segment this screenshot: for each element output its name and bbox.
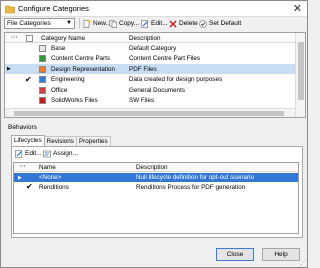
description-header[interactable]: Description: [129, 35, 161, 42]
lifecycle-name: <None>: [39, 174, 62, 181]
categories-grid: ⋯ Category Name Description Base Default …: [4, 32, 306, 118]
row-indicator-icon: ▶: [18, 175, 22, 181]
tab-lifecycles[interactable]: Lifecycles: [11, 135, 45, 146]
category-color-swatch: [39, 86, 46, 94]
category-description: PDF Files: [129, 65, 157, 73]
assign-icon: [43, 150, 51, 157]
copy-icon: [109, 19, 117, 28]
behavior-edit-button[interactable]: Edit...: [13, 148, 44, 159]
lifecycle-name-header[interactable]: Name: [39, 164, 56, 171]
edit-button[interactable]: Edit...: [139, 18, 170, 29]
folder-icon: [5, 5, 15, 14]
categories-horizontal-scrollbar[interactable]: [5, 108, 295, 117]
category-row[interactable]: ✔ Engineering Data created for design purp…: [5, 75, 295, 85]
close-button[interactable]: Close: [216, 248, 254, 261]
help-button[interactable]: Help: [262, 248, 300, 261]
category-description: SW Files: [129, 97, 155, 104]
delete-x-icon: [169, 19, 177, 28]
tab-properties[interactable]: Properties: [75, 136, 111, 146]
category-description: Data created for design purposes: [129, 76, 223, 83]
checkmark-icon[interactable]: ✔: [25, 75, 32, 84]
category-type-select[interactable]: File Categories ▼: [4, 18, 75, 29]
edit-pencil-icon: [141, 19, 148, 28]
lifecycle-row[interactable]: ✔ Renditions Renditions Process for PDF ge…: [14, 182, 298, 192]
category-color-swatch: [39, 76, 46, 83]
category-row[interactable]: Office General Documents: [5, 85, 295, 95]
window-title: Configure Categories: [18, 4, 89, 13]
category-row[interactable]: SolidWorks Files SW Files: [5, 96, 295, 106]
category-row[interactable]: ▶ Design Representation PDF Files: [5, 64, 295, 74]
category-color-swatch: [39, 97, 46, 104]
category-row[interactable]: Base Default Category: [5, 43, 295, 53]
behavior-tabs: Lifecycles Revisions Properties: [11, 135, 111, 146]
configure-categories-dialog: Configure Categories ✕ File Categories ▼…: [0, 0, 308, 268]
title-bar: Configure Categories ✕: [1, 1, 307, 17]
behaviors-label: Behaviors: [8, 124, 37, 131]
set-default-button[interactable]: Set Default: [197, 18, 243, 29]
edit-pencil-icon: [15, 149, 22, 158]
category-name: Content Centre Parts: [51, 55, 111, 62]
behavior-assign-button[interactable]: Assign...: [41, 148, 80, 159]
lifecycle-row[interactable]: ▶ <None> Null lifecycle definition for opt…: [14, 173, 298, 182]
new-document-icon: [83, 19, 91, 28]
chevron-down-icon: ▼: [66, 20, 72, 26]
lifecycle-description: Null lifecycle definition for opt-out sc…: [136, 174, 254, 181]
category-type-value: File Categories: [7, 20, 51, 27]
lifecycles-grid: ⋯ Name Description ▶ <None> Null lifecycle…: [13, 162, 299, 234]
resize-grip-icon[interactable]: ⋰: [300, 259, 306, 266]
category-row[interactable]: Content Centre Parts Content Centre Part …: [5, 54, 295, 64]
category-name-header[interactable]: Category Name: [41, 35, 85, 42]
categories-vertical-scrollbar[interactable]: [295, 33, 305, 117]
category-name: Engineering: [51, 76, 85, 83]
row-indicator-icon: ▶: [7, 66, 11, 72]
toolbar-divider: [79, 18, 80, 29]
category-name: Base: [51, 44, 66, 52]
category-name: SolidWorks Files: [51, 97, 98, 104]
tab-revisions[interactable]: Revisions: [43, 136, 77, 146]
close-window-icon[interactable]: ✕: [293, 2, 302, 15]
category-name: Office: [51, 86, 68, 94]
column-chooser-icon[interactable]: ⋯: [19, 163, 25, 170]
column-chooser-icon[interactable]: ⋯: [11, 34, 17, 41]
category-name: Design Representation: [51, 65, 116, 73]
copy-button[interactable]: Copy...: [107, 18, 141, 29]
lifecycle-description-header[interactable]: Description: [136, 164, 168, 171]
category-description: Default Category: [129, 44, 177, 52]
lifecycles-header-row: ⋯ Name Description: [14, 163, 298, 172]
set-default-icon: [199, 19, 207, 28]
lifecycle-name: Renditions: [39, 183, 69, 191]
lifecycle-description: Renditions Process for PDF generation: [136, 183, 246, 191]
delete-button[interactable]: Delete: [167, 18, 200, 29]
checkmark-icon[interactable]: ✔: [26, 182, 33, 191]
select-all-checkbox[interactable]: [26, 34, 33, 42]
category-color-swatch: [39, 55, 46, 62]
category-color-swatch: [39, 65, 46, 73]
category-color-swatch: [39, 44, 46, 52]
category-description: Content Centre Part Files: [129, 55, 201, 62]
category-description: General Documents: [129, 86, 185, 94]
categories-header-row: ⋯ Category Name Description: [5, 33, 295, 43]
